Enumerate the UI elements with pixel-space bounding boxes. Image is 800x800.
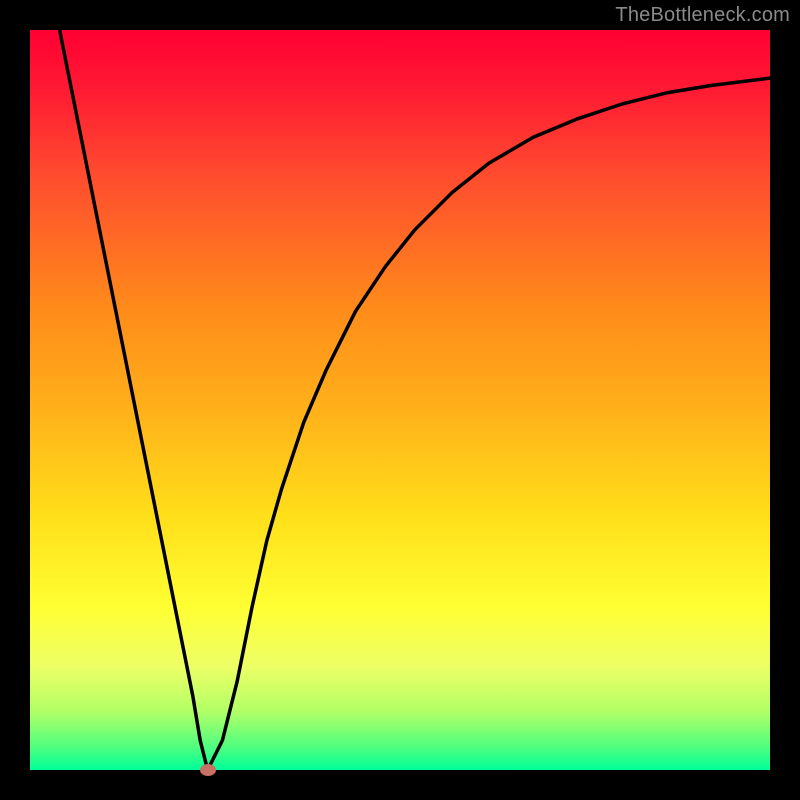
watermark-label: TheBottleneck.com: [615, 4, 790, 27]
optimal-point-marker: [200, 764, 216, 776]
plot-area: [30, 30, 770, 770]
bottleneck-curve: [30, 30, 770, 770]
chart-frame: TheBottleneck.com: [0, 0, 800, 800]
